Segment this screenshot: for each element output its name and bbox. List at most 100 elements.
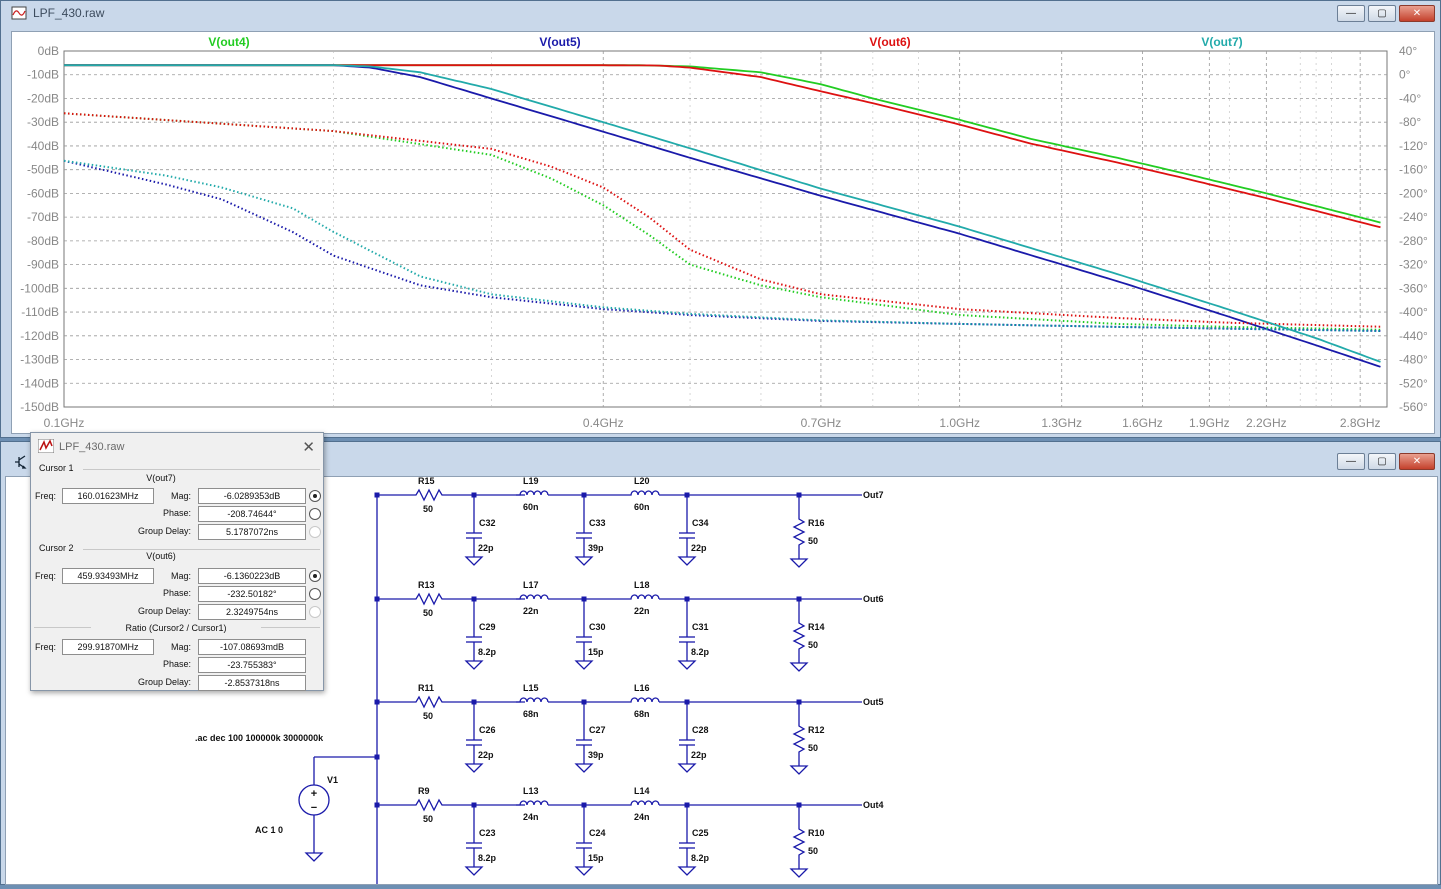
x-tick-label: 2.2GHz xyxy=(1246,416,1287,430)
capacitor-value: 15p xyxy=(588,853,604,863)
inductor-value: 22n xyxy=(634,606,650,616)
cursor1-mag-field[interactable]: -6.0289353dB xyxy=(198,488,306,504)
resistor-value: 50 xyxy=(423,711,433,721)
ratio-mag-field[interactable]: -107.08693mdB xyxy=(198,639,306,655)
ratio-gd-field[interactable]: -2.8537318ns xyxy=(198,675,306,691)
y-left-tick-label: -100dB xyxy=(20,281,59,295)
resistor-value: 50 xyxy=(808,743,818,753)
resistor-ref: R16 xyxy=(808,518,825,528)
plot-window-titlebar[interactable]: LPF_430.raw — ▢ ✕ xyxy=(1,1,1440,25)
cursor2-mag-radio[interactable] xyxy=(309,570,321,582)
cursor1-gd-radio[interactable] xyxy=(309,526,321,538)
inductor-value: 60n xyxy=(634,502,650,512)
inductor-ref: L16 xyxy=(634,683,650,693)
spice-directive: .ac dec 100 100000k 3000000k xyxy=(195,733,324,743)
y-right-tick-label: -80° xyxy=(1399,115,1421,129)
capacitor-value: 8.2p xyxy=(478,647,497,657)
y-right-tick-label: -560° xyxy=(1399,400,1428,414)
capacitor-ref: C30 xyxy=(589,622,606,632)
inductor-ref: L19 xyxy=(523,477,539,486)
resistor-symbol xyxy=(792,821,806,861)
net-label-output: Out4 xyxy=(863,800,884,810)
close-icon[interactable]: ✕ xyxy=(302,438,315,456)
cursor1-freq-field[interactable]: 160.01623MHz xyxy=(62,488,154,504)
inductor-ref: L15 xyxy=(523,683,539,693)
y-left-tick-label: -120dB xyxy=(20,329,59,343)
ground-symbol xyxy=(789,558,809,568)
resistor-value: 50 xyxy=(808,640,818,650)
inductor-value: 24n xyxy=(634,812,650,822)
y-left-tick-label: -60dB xyxy=(27,186,59,200)
inductor-ref: L14 xyxy=(634,786,650,796)
cursor2-freq-field[interactable]: 459.93493MHz xyxy=(62,568,154,584)
y-right-tick-label: -280° xyxy=(1399,234,1428,248)
cursor1-mag-radio[interactable] xyxy=(309,490,321,502)
y-right-tick-label: -320° xyxy=(1399,258,1428,272)
cursor2-trace: V(out6) xyxy=(146,551,176,561)
resistor-ref: R9 xyxy=(418,786,430,796)
y-right-tick-label: -400° xyxy=(1399,305,1428,319)
minimize-button[interactable]: — xyxy=(1337,453,1365,470)
legend-label[interactable]: V(out6) xyxy=(869,35,910,49)
legend-label[interactable]: V(out4) xyxy=(208,35,249,49)
close-button[interactable]: ✕ xyxy=(1399,5,1435,22)
capacitor-value: 22p xyxy=(478,750,494,760)
y-right-tick-label: -40° xyxy=(1399,91,1421,105)
phase-trace-vout4 xyxy=(63,112,1381,331)
ratio-freq-field[interactable]: 299.91870MHz xyxy=(62,639,154,655)
y-left-tick-label: -20dB xyxy=(27,91,59,105)
capacitor-ref: C33 xyxy=(589,518,606,528)
cursor2-gd-radio[interactable] xyxy=(309,606,321,618)
cursor2-mag-field[interactable]: -6.1360223dB xyxy=(198,568,306,584)
capacitor-value: 22p xyxy=(478,543,494,553)
plot-window: LPF_430.raw — ▢ ✕ 0dB -10dB -20dB -30dB -40d… xyxy=(0,0,1441,438)
resistor-ref: R10 xyxy=(808,828,825,838)
legend-label[interactable]: V(out5) xyxy=(539,35,580,49)
y-right-tick-label: -120° xyxy=(1399,139,1428,153)
watermark: © jh4vaj.com xyxy=(1296,853,1424,878)
inductor-value: 68n xyxy=(523,709,539,719)
ground-symbol xyxy=(464,556,484,566)
inductor-symbol xyxy=(627,800,660,806)
ratio-phase-field[interactable]: -23.755383° xyxy=(198,657,306,673)
resistor-ref: R13 xyxy=(418,580,435,590)
magnitude-trace-vout7 xyxy=(64,64,1381,363)
y-right-tick-label: 40° xyxy=(1399,44,1417,58)
cursor2-mag-label: Mag: xyxy=(170,571,191,581)
plot-pane[interactable]: 0dB -10dB -20dB -30dB -40dB -50dB -60dB -70dB -8… xyxy=(11,31,1435,434)
y-left-tick-label: -150dB xyxy=(20,400,59,414)
maximize-button[interactable]: ▢ xyxy=(1368,5,1396,22)
cursor1-phase-field[interactable]: -208.74644° xyxy=(198,506,306,522)
ground-symbol xyxy=(464,866,484,876)
y-left-tick-label: -30dB xyxy=(27,115,59,129)
minimize-button[interactable]: — xyxy=(1337,5,1365,22)
y-left-tick-label: -70dB xyxy=(27,210,59,224)
y-left-tick-label: -110dB xyxy=(21,305,59,319)
cursor1-phase-radio[interactable] xyxy=(309,508,321,520)
x-tick-label: 2.8GHz xyxy=(1340,416,1381,430)
y-left-tick-label: -50dB xyxy=(27,163,59,177)
ground-symbol xyxy=(677,763,697,773)
cursor2-phase-field[interactable]: -232.50182° xyxy=(198,586,306,602)
y-left-tick-label: -140dB xyxy=(20,376,59,390)
cursor2-gd-field[interactable]: 2.3249754ns xyxy=(198,604,306,620)
bode-plot[interactable]: 0dB -10dB -20dB -30dB -40dB -50dB -60dB -70dB -8… xyxy=(12,32,1434,433)
x-tick-label: 0.7GHz xyxy=(801,416,842,430)
capacitor-ref: C23 xyxy=(479,828,496,838)
y-left-tick-label: -40dB xyxy=(27,139,59,153)
legend-label[interactable]: V(out7) xyxy=(1201,35,1242,49)
inductor-ref: L18 xyxy=(634,580,650,590)
close-button[interactable]: ✕ xyxy=(1399,453,1435,470)
capacitor-value: 8.2p xyxy=(691,647,710,657)
cursor1-gd-label: Group Delay: xyxy=(137,526,191,536)
capacitor-ref: C28 xyxy=(692,725,709,735)
maximize-button[interactable]: ▢ xyxy=(1368,453,1396,470)
cursor2-phase-radio[interactable] xyxy=(309,588,321,600)
y-left-tick-label: -90dB xyxy=(27,258,59,272)
cursor1-gd-field[interactable]: 5.1787072ns xyxy=(198,524,306,540)
y-right-tick-label: -440° xyxy=(1399,329,1428,343)
ground-symbol xyxy=(574,763,594,773)
plot-frame xyxy=(63,50,1388,408)
ratio-label: Ratio (Cursor2 / Cursor1) xyxy=(91,623,261,633)
magnitude-trace-vout6 xyxy=(64,64,1381,229)
